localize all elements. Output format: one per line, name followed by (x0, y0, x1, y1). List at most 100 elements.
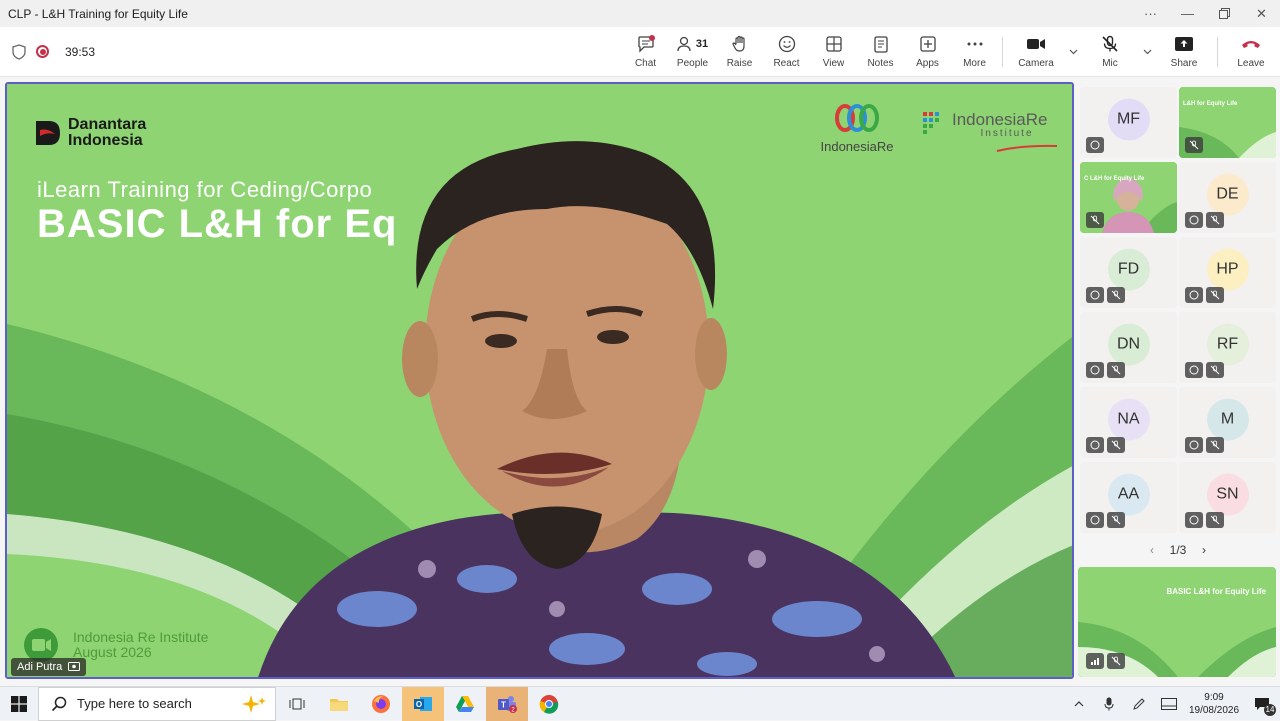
notes-button[interactable]: Notes (857, 27, 904, 77)
ellipsis-icon (966, 34, 984, 54)
danantara-line2: Indonesia (68, 132, 143, 149)
institute-swoosh-icon (996, 144, 1058, 152)
participant-tile[interactable]: RF (1179, 312, 1276, 383)
phone-audio-icon (1185, 362, 1203, 378)
chat-button[interactable]: Chat (622, 27, 669, 77)
participant-tile[interactable]: DE (1179, 162, 1276, 233)
leave-label: Leave (1237, 58, 1265, 69)
window-more-button[interactable]: ··· (1132, 0, 1169, 27)
footer-institute-text: Indonesia Re Institute August 2026 (73, 630, 208, 660)
share-button[interactable]: Share (1155, 27, 1213, 77)
participant-tile[interactable]: DN (1080, 312, 1177, 383)
chat-unread-dot (649, 34, 655, 41)
people-icon: 31 (677, 34, 708, 54)
self-share-preview-tile[interactable]: BASIC L&H for Equity Life (1078, 567, 1276, 677)
chat-label: Chat (634, 58, 657, 69)
svg-text:O: O (416, 700, 422, 709)
participant-tile[interactable]: M (1179, 387, 1276, 458)
raise-hand-button[interactable]: Raise (716, 27, 763, 77)
avatar: MF (1107, 98, 1150, 141)
notification-center-button[interactable]: 14 (1244, 687, 1280, 721)
svg-text:T: T (501, 700, 506, 709)
view-button[interactable]: View (810, 27, 857, 77)
search-placeholder: Type here to search (77, 696, 192, 711)
speaker-name-tag: Adi Putra (11, 658, 87, 676)
tray-overflow-chevron-icon[interactable] (1064, 687, 1094, 721)
mic-options-chevron-icon[interactable] (1139, 27, 1155, 77)
outlook-button[interactable]: O (402, 686, 444, 721)
minimize-button[interactable]: — (1169, 0, 1206, 27)
chrome-button[interactable] (528, 687, 570, 721)
raise-label: Raise (726, 58, 753, 69)
mic-off-icon (1101, 34, 1119, 54)
next-page-chevron-icon[interactable]: › (1202, 543, 1206, 557)
tile-slide-text: L&H for Equity Life (1183, 101, 1238, 107)
window-title: CLP - L&H Training for Equity Life (8, 6, 188, 21)
participant-tile[interactable]: MF (1080, 87, 1177, 158)
mic-off-icon (1206, 287, 1224, 303)
more-button[interactable]: More (951, 27, 998, 77)
participant-tile[interactable]: AA (1080, 462, 1177, 533)
task-view-button[interactable] (276, 687, 318, 721)
avatar: NA (1107, 398, 1150, 441)
avatar: HP (1206, 248, 1249, 291)
gallery-pager: ‹ 1/3 › (1150, 541, 1206, 559)
page-indicator: 1/3 (1169, 543, 1187, 557)
phone-audio-icon (1185, 512, 1203, 528)
taskbar-clock[interactable]: 9:09 19/08/2026 (1184, 691, 1244, 717)
mic-off-icon (1206, 437, 1224, 453)
people-label: People (676, 58, 709, 69)
display-icon[interactable] (1154, 687, 1184, 721)
mic-button[interactable]: Mic (1081, 27, 1139, 77)
participant-tile[interactable]: FD (1080, 237, 1177, 308)
google-drive-button[interactable] (444, 687, 486, 721)
search-highlight-sparkle-icon (242, 694, 266, 713)
apps-button[interactable]: Apps (904, 27, 951, 77)
avatar: RF (1206, 323, 1249, 366)
search-icon (51, 696, 67, 711)
teams-button[interactable]: T2 (486, 686, 528, 721)
firefox-button[interactable] (360, 687, 402, 721)
participant-tile[interactable]: SN (1179, 462, 1276, 533)
institute-logo-line2: Institute (980, 128, 1034, 139)
phone-hangup-icon (1240, 34, 1262, 54)
participant-tile[interactable]: HP (1179, 237, 1276, 308)
react-button[interactable]: React (763, 27, 810, 77)
screen-share-indicator-icon (68, 662, 81, 671)
close-button[interactable]: ✕ (1243, 0, 1280, 27)
mic-off-icon (1107, 437, 1125, 453)
mic-off-icon (1107, 362, 1125, 378)
restore-button[interactable] (1206, 0, 1243, 27)
prev-page-chevron-icon[interactable]: ‹ (1150, 543, 1154, 557)
pen-icon[interactable] (1124, 687, 1154, 721)
avatar: DE (1206, 173, 1249, 216)
main-video-stage[interactable]: Danantara Indonesia iLearn Training for … (5, 82, 1074, 679)
task-view-icon (289, 698, 305, 709)
camera-options-chevron-icon[interactable] (1065, 27, 1081, 77)
danantara-line1: Danantara (68, 116, 147, 133)
taskbar-search-box[interactable]: Type here to search (38, 686, 276, 721)
leave-button[interactable]: Leave (1222, 27, 1280, 77)
start-button[interactable] (0, 687, 38, 721)
speaker-name: Adi Putra (17, 661, 63, 673)
react-label: React (773, 58, 800, 69)
phone-audio-icon (1185, 287, 1203, 303)
camera-label: Camera (1018, 58, 1054, 69)
people-button[interactable]: 31 People (669, 27, 716, 77)
participant-tile-video[interactable]: C L&H for Equity Life (1080, 162, 1177, 233)
institute-logo-line1: IndonesiaRe (952, 110, 1048, 129)
hand-icon (731, 34, 749, 54)
microphone-in-use-icon[interactable] (1094, 687, 1124, 721)
mic-off-icon (1086, 212, 1104, 228)
mic-off-icon (1185, 137, 1203, 153)
file-explorer-button[interactable] (318, 687, 360, 721)
mic-off-icon (1206, 512, 1224, 528)
avatar: FD (1107, 248, 1150, 291)
participant-tile-video[interactable]: L&H for Equity Life (1179, 87, 1276, 158)
camera-button[interactable]: Camera (1007, 27, 1065, 77)
notes-icon (872, 34, 890, 54)
toolbar-separator (1002, 36, 1003, 67)
avatar: AA (1107, 473, 1150, 516)
smiley-icon (778, 34, 796, 54)
participant-tile[interactable]: NA (1080, 387, 1177, 458)
